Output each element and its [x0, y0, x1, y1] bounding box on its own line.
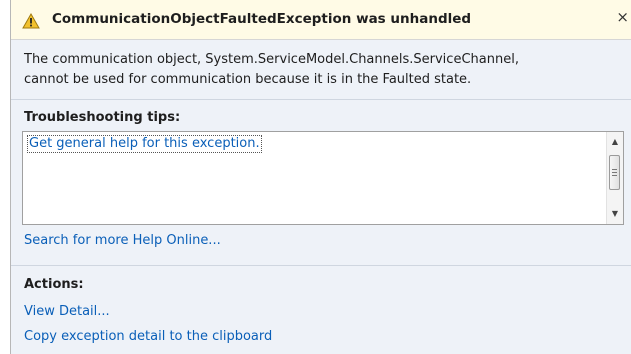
copy-exception-detail-link[interactable]: Copy exception detail to the clipboard [24, 329, 272, 344]
search-help-online-link[interactable]: Search for more Help Online... [24, 233, 221, 248]
troubleshooting-tips-section: Troubleshooting tips: Get general help f… [11, 100, 631, 266]
tips-scrollbar[interactable]: ▲ ▼ [606, 132, 623, 224]
exception-message-line-2: cannot be used for communication because… [24, 72, 472, 87]
exception-message: The communication object, System.Service… [11, 40, 631, 100]
exception-message-line-1: The communication object, System.Service… [24, 52, 519, 67]
troubleshooting-tips-heading: Troubleshooting tips: [24, 110, 181, 125]
general-help-link[interactable]: Get general help for this exception. [27, 135, 262, 153]
dialog-titlebar: CommunicationObjectFaultedException was … [11, 0, 631, 40]
scroll-down-icon[interactable]: ▼ [607, 206, 623, 222]
warning-icon [22, 12, 40, 29]
close-button[interactable]: × [616, 10, 629, 25]
exception-assistant-dialog: CommunicationObjectFaultedException was … [10, 0, 631, 354]
scroll-thumb[interactable] [609, 155, 620, 190]
view-detail-link[interactable]: View Detail... [24, 304, 110, 319]
actions-heading: Actions: [24, 277, 84, 292]
troubleshooting-tips-list[interactable]: Get general help for this exception. ▲ ▼ [22, 131, 624, 225]
scroll-up-icon[interactable]: ▲ [607, 134, 623, 150]
actions-section: Actions: View Detail... Copy exception d… [11, 266, 631, 354]
dialog-title: CommunicationObjectFaultedException was … [52, 11, 472, 27]
